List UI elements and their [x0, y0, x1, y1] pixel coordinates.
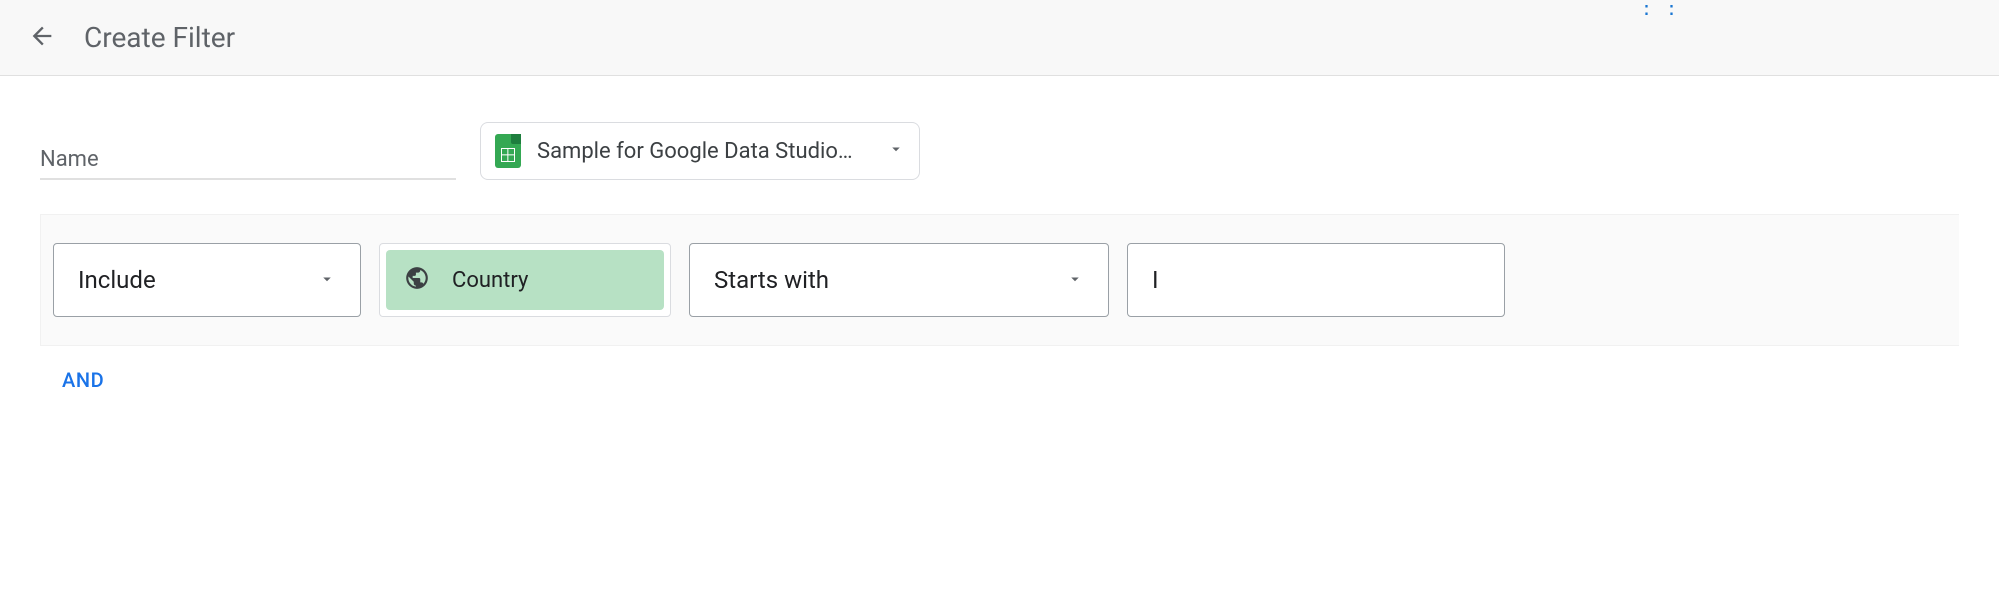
include-exclude-label: Include: [78, 266, 156, 294]
drag-dots-icon: ⋮⋮: [1636, 0, 1686, 12]
include-exclude-dropdown[interactable]: Include: [53, 243, 361, 317]
filter-name-underline: [40, 178, 456, 180]
data-source-dropdown[interactable]: Sample for Google Data Studio - S…: [480, 122, 920, 180]
condition-label: Starts with: [714, 266, 829, 294]
chevron-down-icon: [1066, 266, 1084, 294]
back-button[interactable]: [18, 14, 66, 62]
google-sheets-icon: [495, 134, 521, 168]
chevron-down-icon: [318, 266, 336, 294]
condition-dropdown[interactable]: Starts with: [689, 243, 1109, 317]
chevron-down-icon: [887, 140, 905, 162]
header-bar: Create Filter: [0, 0, 1999, 76]
dimension-picker[interactable]: Country: [379, 243, 671, 317]
top-row: Name Sample for Google Data Studio - S…: [40, 122, 1959, 180]
filter-name-label: Name: [40, 147, 456, 178]
filter-rule-row: Include Country Starts with: [40, 214, 1959, 346]
page-title: Create Filter: [84, 21, 235, 54]
filter-panel: Name Sample for Google Data Studio - S… …: [0, 76, 1999, 392]
filter-value-input[interactable]: [1127, 243, 1505, 317]
data-source-label: Sample for Google Data Studio - S…: [537, 139, 857, 164]
globe-icon: [404, 265, 430, 295]
dimension-label: Country: [452, 268, 528, 293]
arrow-left-icon: [28, 22, 56, 54]
add-and-clause-button[interactable]: AND: [62, 368, 104, 392]
filter-name-field[interactable]: Name: [40, 147, 456, 180]
dimension-chip: Country: [386, 250, 664, 310]
